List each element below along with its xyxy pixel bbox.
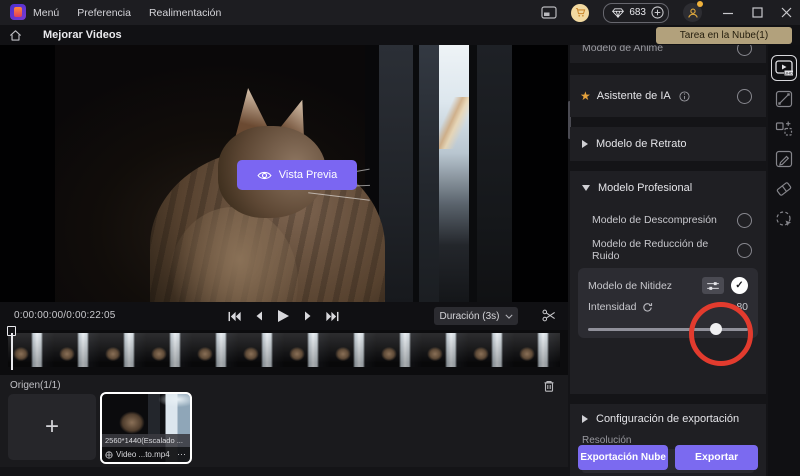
avatar-badge <box>697 1 703 7</box>
adjust-settings-button[interactable] <box>702 277 724 294</box>
video-thumbnail[interactable]: 2560*1440(Escalado ... Video ...to.mp4 ⋯ <box>100 392 192 464</box>
slider-thumb[interactable] <box>710 323 722 335</box>
trash-icon[interactable] <box>542 379 556 393</box>
model-profesional-header[interactable]: Modelo Profesional <box>570 171 766 205</box>
svg-text:UHD: UHD <box>784 71 793 76</box>
source-tray: Origen(1/1) + 2560*1440(Escalado ... Vid… <box>0 375 568 467</box>
export-config-header[interactable]: Configuración de exportación <box>570 404 766 434</box>
add-frames-icon[interactable] <box>772 117 796 141</box>
add-video-button[interactable]: + <box>8 394 96 460</box>
tool-strip: UHD <box>768 45 800 476</box>
feedback-button[interactable]: Realimentación <box>149 7 221 19</box>
source-header: Origen(1/1) <box>10 380 61 391</box>
filmstrip[interactable] <box>8 333 560 367</box>
next-frame-button[interactable] <box>304 311 312 321</box>
cloud-task-button[interactable]: Tarea en la Nube(1) <box>656 27 792 44</box>
titlebar: Menú Preferencia Realimentación <box>0 0 800 25</box>
model-ruido-row[interactable]: Modelo de Reducción de Ruido <box>570 235 766 265</box>
export-button[interactable]: Exportar <box>675 445 758 470</box>
credit-count: 683 <box>629 7 646 18</box>
trim-scissors-button[interactable] <box>541 308 557 323</box>
menu-button[interactable]: Menú <box>33 7 59 19</box>
expand-arrow-icon <box>582 185 590 191</box>
model-retrato-header[interactable]: Modelo de Retrato <box>570 127 766 161</box>
video-scale-icon <box>105 451 113 459</box>
maximize-button[interactable] <box>752 7 763 18</box>
anime-radio[interactable] <box>737 45 752 56</box>
duration-dropdown[interactable]: Duración (3s) <box>434 307 518 325</box>
settings-panel: Modelo de Anime ★ Asistente de IA Modelo… <box>568 45 768 476</box>
video-preview-area: Vista Previa <box>0 45 568 302</box>
cat-subject <box>150 90 390 302</box>
video-filename: Video ...to.mp4 <box>116 450 174 459</box>
collapse-arrow-icon <box>582 140 588 148</box>
filmstrip-area <box>0 330 568 375</box>
prev-frame-button[interactable] <box>255 311 263 321</box>
play-button[interactable] <box>277 309 290 323</box>
minimize-button[interactable] <box>722 7 734 19</box>
timecode: 0:00:00:00/0:00:22:05 <box>14 310 116 321</box>
plus-icon: + <box>45 413 59 441</box>
eraser-icon[interactable] <box>772 177 796 201</box>
collapse-arrow-icon <box>582 415 588 423</box>
cloud-export-button[interactable]: Exportación Nube <box>578 445 668 470</box>
add-credits-icon <box>651 6 664 19</box>
page-title: Mejorar Videos <box>43 29 122 41</box>
chevron-down-icon <box>505 314 513 319</box>
star-icon: ★ <box>580 90 591 102</box>
close-button[interactable] <box>781 7 792 18</box>
mini-window-icon[interactable] <box>541 6 557 19</box>
ruido-radio[interactable] <box>737 243 752 258</box>
ai-assistant-row[interactable]: ★ Asistente de IA <box>570 75 766 117</box>
model-anime-row[interactable]: Modelo de Anime <box>570 45 766 63</box>
video-enhance-icon[interactable]: UHD <box>771 55 797 81</box>
assistant-radio[interactable] <box>737 89 752 104</box>
intensity-slider[interactable] <box>588 324 748 336</box>
edit-icon[interactable] <box>772 147 796 171</box>
model-nitidez-card: Modelo de Nitidez ✓ Intensidad <box>578 268 758 338</box>
skip-end-button[interactable] <box>326 311 339 322</box>
preferences-button[interactable]: Preferencia <box>77 7 131 19</box>
more-options-icon[interactable]: ⋯ <box>177 449 187 460</box>
video-frame: Vista Previa <box>55 45 512 302</box>
vista-previa-button[interactable]: Vista Previa <box>237 160 357 190</box>
account-avatar[interactable] <box>683 3 702 22</box>
model-descompresion-row[interactable]: Modelo de Descompresión <box>570 205 766 235</box>
store-cart-icon[interactable] <box>571 4 589 22</box>
nitidez-selected-check[interactable]: ✓ <box>731 277 748 294</box>
eye-icon <box>257 170 272 181</box>
reset-intensity-icon[interactable] <box>642 302 653 313</box>
check-icon: ✓ <box>735 280 743 291</box>
model-profesional-section: Modelo Profesional Modelo de Descompresi… <box>570 171 766 394</box>
timeline-toolbar: 0:00:00:00/0:00:22:05 Duración (3s) <box>0 302 568 330</box>
intensity-value: 80 <box>736 301 748 313</box>
playhead-line <box>11 333 13 370</box>
frame-interpolation-icon[interactable] <box>772 87 796 111</box>
skip-start-button[interactable] <box>228 311 241 322</box>
resolution-overlay: 2560*1440(Escalado ... <box>102 434 190 447</box>
app-logo-icon <box>10 4 26 20</box>
smart-select-icon[interactable] <box>772 207 796 231</box>
credits-counter[interactable]: 683 <box>603 3 669 23</box>
descompresion-radio[interactable] <box>737 213 752 228</box>
info-icon[interactable] <box>679 91 690 102</box>
app-window: Menú Preferencia Realimentación <box>0 0 800 476</box>
slider-track[interactable] <box>588 328 748 331</box>
home-icon[interactable] <box>7 27 23 43</box>
